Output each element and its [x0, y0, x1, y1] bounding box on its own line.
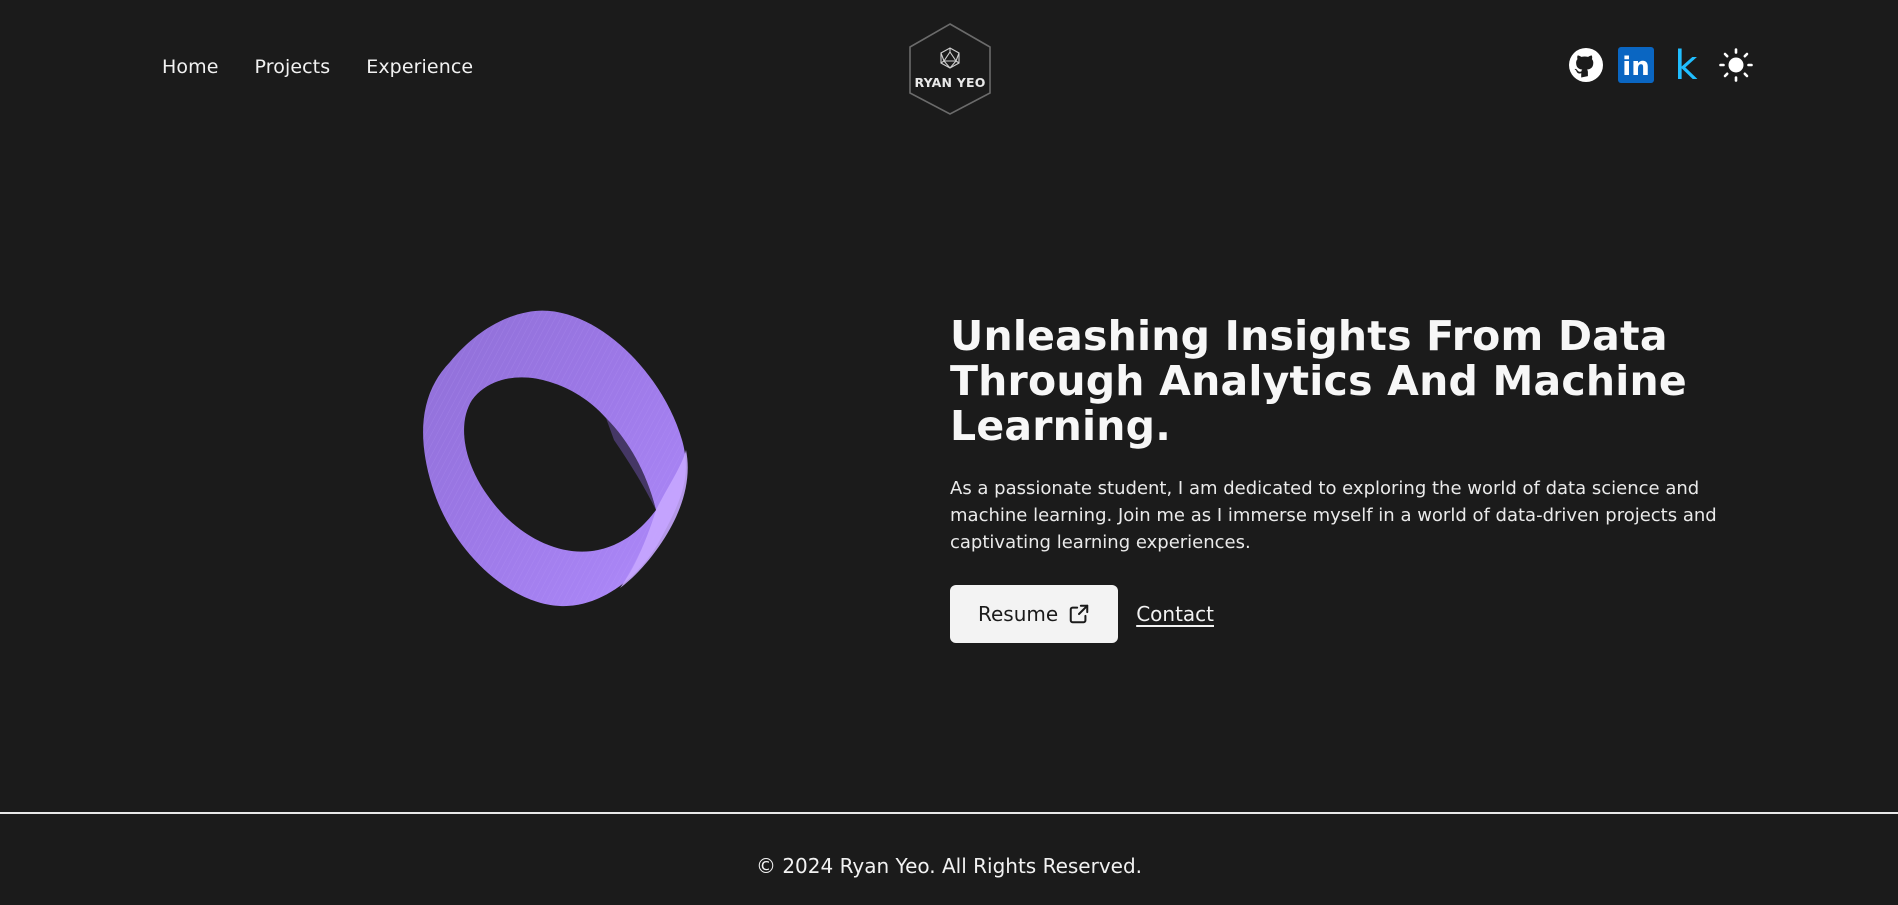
site-logo[interactable]: RYAN YEO [907, 22, 993, 116]
mobius-strip-graphic [423, 310, 688, 607]
kaggle-icon-text: k [1674, 47, 1698, 83]
hero-actions: Resume Contact [950, 585, 1750, 643]
hexagon-logo-icon [909, 23, 991, 115]
hero-section: Unleashing Insights From Data Through An… [950, 314, 1750, 643]
nav-experience-link[interactable]: Experience [366, 56, 473, 78]
external-link-icon [1069, 604, 1089, 624]
main-nav: Home Projects Experience [162, 56, 473, 78]
hero-title: Unleashing Insights From Data Through An… [950, 312, 1687, 450]
nav-home-link[interactable]: Home [162, 56, 219, 78]
github-icon[interactable] [1568, 47, 1604, 83]
resume-button-label: Resume [978, 602, 1059, 626]
footer-copyright: © 2024 Ryan Yeo. All Rights Reserved. [755, 854, 1143, 878]
sun-icon[interactable] [1718, 47, 1754, 83]
footer-divider [0, 812, 1898, 814]
contact-link[interactable]: Contact [1136, 602, 1214, 626]
hero-description: As a passionate student, I am dedicated … [950, 478, 1717, 553]
resume-button[interactable]: Resume [950, 585, 1119, 643]
social-links: in k [1568, 47, 1754, 83]
logo-text: RYAN YEO [914, 75, 986, 90]
nav-projects-link[interactable]: Projects [255, 56, 331, 78]
portfolio-page: Home Projects Experience RYAN YEO in k U… [0, 0, 1898, 905]
kaggle-icon[interactable]: k [1668, 47, 1704, 83]
linkedin-icon-text: in [1622, 52, 1649, 82]
linkedin-icon[interactable]: in [1618, 47, 1654, 83]
